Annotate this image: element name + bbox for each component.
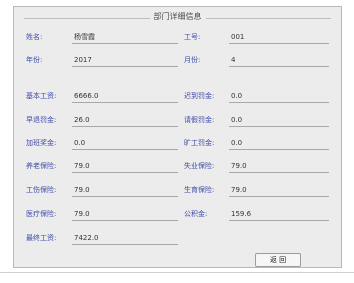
- name-input[interactable]: 杨雪霞: [72, 32, 178, 44]
- basic-salary-label: 基本工资:: [26, 92, 57, 100]
- final-salary-value: 7422.0: [74, 234, 99, 242]
- employee-id-label: 工号:: [184, 33, 201, 41]
- unemployment-insurance-input[interactable]: 79.0: [229, 161, 329, 173]
- pension-insurance-label: 养老保险:: [26, 162, 57, 170]
- field-name: 姓名: 杨雪霞: [26, 32, 178, 44]
- field-medical-insurance: 医疗保险: 79.0: [26, 209, 178, 221]
- work-injury-insurance-label: 工伤保险:: [26, 186, 57, 194]
- field-basic-salary: 基本工资: 6666.0: [26, 91, 178, 103]
- leave-penalty-input[interactable]: 0.0: [229, 115, 329, 127]
- housing-fund-label: 公积金:: [184, 210, 208, 218]
- month-input[interactable]: 4: [229, 55, 329, 67]
- absence-penalty-value: 0.0: [231, 139, 243, 147]
- absence-penalty-input[interactable]: 0.0: [229, 138, 329, 150]
- field-housing-fund: 公积金: 159.6: [184, 209, 329, 221]
- unemployment-insurance-label: 失业保险:: [184, 162, 215, 170]
- year-label: 年份:: [26, 56, 43, 64]
- early-leave-penalty-label: 早退罚金:: [26, 116, 57, 124]
- year-value: 2017: [74, 56, 92, 64]
- field-final-salary: 最终工资: 7422.0: [26, 233, 178, 245]
- name-label: 姓名:: [26, 33, 43, 41]
- late-penalty-value: 0.0: [231, 92, 243, 100]
- early-leave-penalty-value: 26.0: [74, 116, 90, 124]
- medical-insurance-input[interactable]: 79.0: [72, 209, 178, 221]
- salary-detail-window: 部门详细信息 姓名: 杨雪霞 工号: 001 年份: 2017 月份: 4 基本…: [13, 6, 342, 268]
- pension-insurance-input[interactable]: 79.0: [72, 161, 178, 173]
- basic-salary-input[interactable]: 6666.0: [72, 91, 178, 103]
- housing-fund-input[interactable]: 159.6: [229, 209, 329, 221]
- field-leave-penalty: 请假罚金: 0.0: [184, 115, 329, 127]
- field-unemployment-insurance: 失业保险: 79.0: [184, 161, 329, 173]
- name-value: 杨雪霞: [74, 33, 95, 41]
- field-pension-insurance: 养老保险: 79.0: [26, 161, 178, 173]
- field-overtime-bonus: 加班奖金: 0.0: [26, 138, 178, 150]
- overtime-bonus-label: 加班奖金:: [26, 139, 57, 147]
- medical-insurance-value: 79.0: [74, 210, 90, 218]
- field-early-leave-penalty: 早退罚金: 26.0: [26, 115, 178, 127]
- field-employee-id: 工号: 001: [184, 32, 329, 44]
- leave-penalty-label: 请假罚金:: [184, 116, 215, 124]
- pension-insurance-value: 79.0: [74, 162, 90, 170]
- group-title: 部门详细信息: [149, 11, 206, 22]
- work-injury-insurance-input[interactable]: 79.0: [72, 185, 178, 197]
- field-absence-penalty: 旷工罚金: 0.0: [184, 138, 329, 150]
- employee-id-input[interactable]: 001: [229, 32, 329, 44]
- leave-penalty-value: 0.0: [231, 116, 243, 124]
- month-value: 4: [231, 56, 236, 64]
- field-work-injury-insurance: 工伤保险: 79.0: [26, 185, 178, 197]
- work-injury-insurance-value: 79.0: [74, 186, 90, 194]
- bottom-divider: [0, 272, 354, 273]
- housing-fund-value: 159.6: [231, 210, 252, 218]
- early-leave-penalty-input[interactable]: 26.0: [72, 115, 178, 127]
- back-button[interactable]: 返 回: [255, 253, 301, 267]
- medical-insurance-label: 医疗保险:: [26, 210, 57, 218]
- maternity-insurance-label: 生育保险:: [184, 186, 215, 194]
- final-salary-input[interactable]: 7422.0: [72, 233, 178, 245]
- late-penalty-label: 迟到罚金:: [184, 92, 215, 100]
- month-label: 月份:: [184, 56, 201, 64]
- field-year: 年份: 2017: [26, 55, 178, 67]
- employee-id-value: 001: [231, 33, 245, 41]
- overtime-bonus-input[interactable]: 0.0: [72, 138, 178, 150]
- basic-salary-value: 6666.0: [74, 92, 99, 100]
- maternity-insurance-value: 79.0: [231, 186, 247, 194]
- maternity-insurance-input[interactable]: 79.0: [229, 185, 329, 197]
- year-input[interactable]: 2017: [72, 55, 178, 67]
- final-salary-label: 最终工资:: [26, 234, 57, 242]
- field-maternity-insurance: 生育保险: 79.0: [184, 185, 329, 197]
- unemployment-insurance-value: 79.0: [231, 162, 247, 170]
- field-late-penalty: 迟到罚金: 0.0: [184, 91, 329, 103]
- overtime-bonus-value: 0.0: [74, 139, 86, 147]
- field-month: 月份: 4: [184, 55, 329, 67]
- late-penalty-input[interactable]: 0.0: [229, 91, 329, 103]
- absence-penalty-label: 旷工罚金:: [184, 139, 215, 147]
